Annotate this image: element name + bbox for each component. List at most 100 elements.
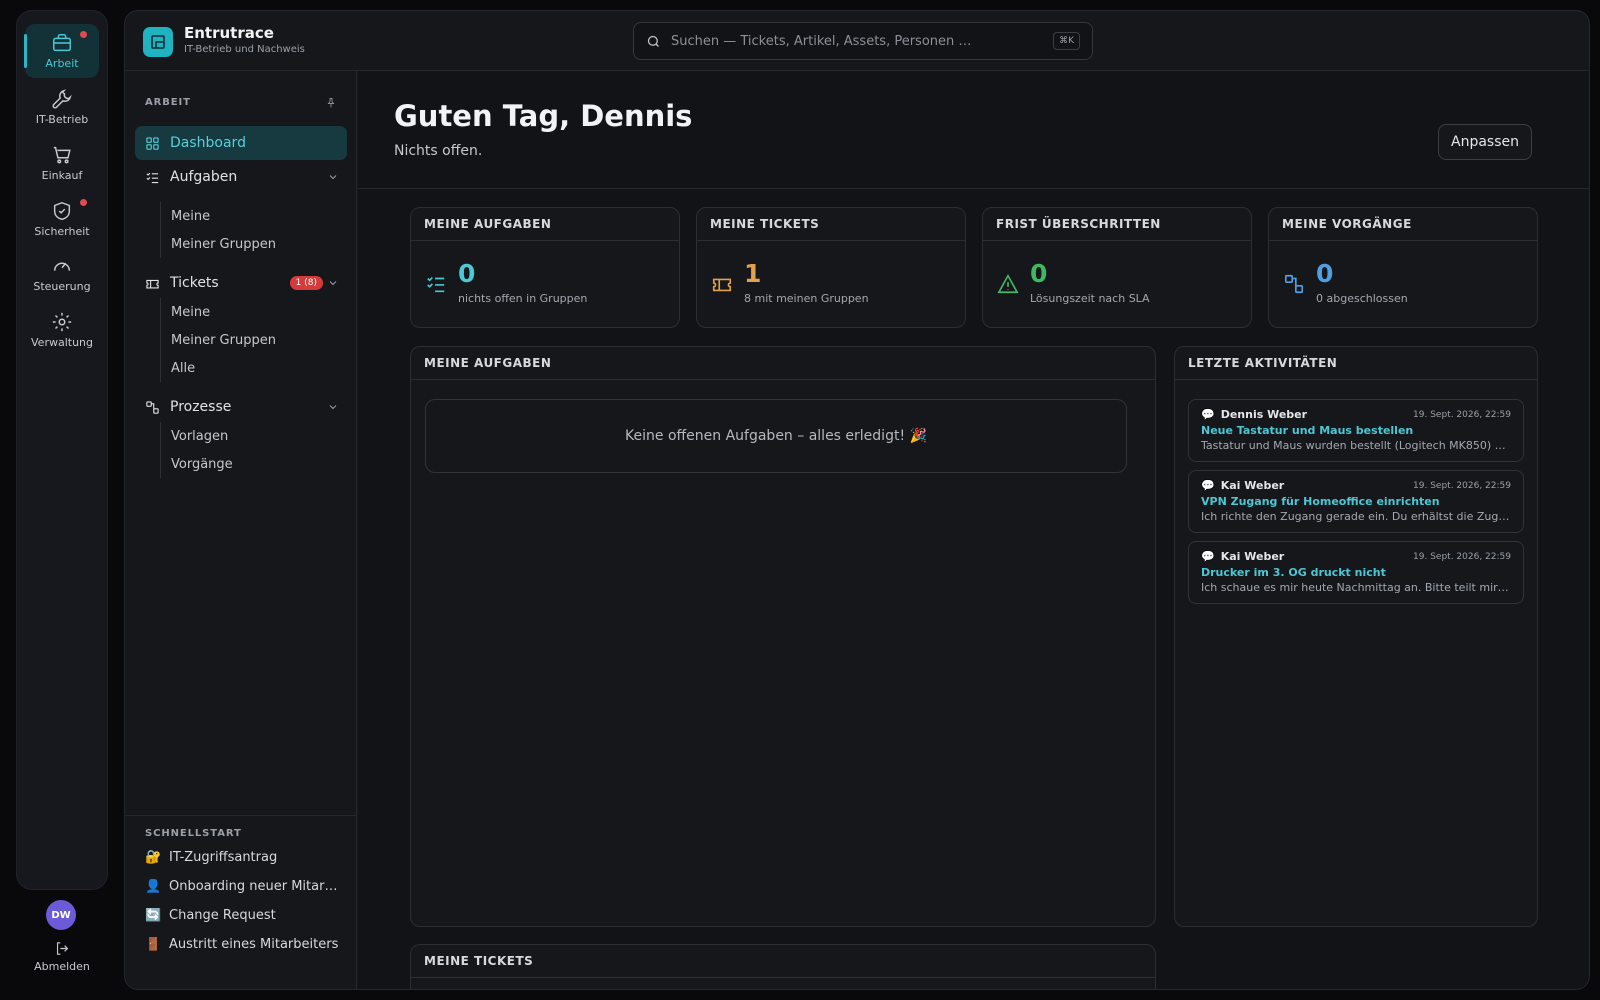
rail-item-verwaltung[interactable]: Verwaltung — [25, 303, 99, 357]
quickstart-label: Austritt eines Mitarbeiters — [169, 937, 339, 952]
sub-item-tickets-alle[interactable]: Alle — [160, 354, 340, 382]
kpi-value: 0 — [458, 259, 476, 288]
rail-item-arbeit[interactable]: Arbeit — [24, 24, 99, 78]
kpi-card-tickets[interactable]: MEINE TICKETS 1 8 mit meinen Gruppen — [696, 207, 966, 328]
ticket-icon — [712, 278, 732, 292]
logout-icon — [56, 942, 68, 955]
activity-item[interactable]: 💬 Dennis Weber 19. Sept. 2026, 22:59 Neue… — [1188, 399, 1524, 462]
activity-title[interactable]: Neue Tastatur und Maus bestellen — [1201, 424, 1511, 437]
search-shortcut: ⌘K — [1053, 32, 1080, 50]
kpi-card-aufgaben[interactable]: MEINE AUFGABEN 0 nichts offen in Gruppen — [410, 207, 680, 328]
rail-item-label: Einkauf — [41, 169, 83, 182]
rail-item-label: IT-Betrieb — [35, 113, 89, 126]
activity-time: 19. Sept. 2026, 22:59 — [1413, 480, 1511, 491]
tasks-panel: MEINE AUFGABEN Keine offenen Aufgaben – … — [410, 346, 1156, 927]
comment-icon: 💬 — [1201, 550, 1215, 563]
card-title: MEINE TICKETS — [697, 208, 965, 241]
quickstart-panel: SCHNELLSTART 🔐 IT-Zugriffsantrag 👤 Onboa… — [125, 815, 357, 989]
page-subtitle: Nichts offen. — [394, 143, 483, 159]
kpi-card-frist[interactable]: FRIST ÜBERSCHRITTEN 0 Lösungszeit nach S… — [982, 207, 1252, 328]
door-icon: 🚪 — [145, 937, 162, 952]
tickets-panel: MEINE TICKETS — [410, 944, 1156, 989]
rail-item-label: Arbeit — [45, 57, 79, 70]
notification-dot — [80, 199, 87, 206]
nav-item-prozesse[interactable]: Prozesse — [135, 390, 347, 424]
rail-item-steuerung[interactable]: Steuerung — [25, 247, 99, 301]
kpi-value: 0 — [1030, 259, 1048, 288]
warning-icon — [997, 274, 1019, 294]
nav-item-aufgaben[interactable]: Aufgaben — [135, 160, 347, 194]
chevron-down-icon[interactable] — [327, 171, 339, 183]
kpi-value: 1 — [744, 259, 762, 288]
app-rail: Arbeit IT-Betrieb Einkauf Sicherheit Ste… — [16, 10, 108, 890]
activity-author: Kai Weber — [1220, 550, 1285, 563]
activity-text: Tastatur und Maus wurden bestellt (Logit… — [1201, 439, 1511, 452]
person-icon: 👤 — [145, 879, 162, 894]
nav-item-label: Dashboard — [170, 135, 246, 151]
avatar[interactable]: DW — [46, 900, 76, 930]
activity-title[interactable]: Drucker im 3. OG druckt nicht — [1201, 566, 1511, 579]
grid-icon — [146, 136, 159, 150]
quickstart-item[interactable]: 🔄 Change Request — [145, 908, 345, 923]
main-frame: Entrutrace IT-Betrieb und Nachweis ⌘K AR… — [124, 10, 1590, 990]
nav-item-label: Aufgaben — [170, 169, 238, 185]
customize-button[interactable]: Anpassen — [1438, 124, 1532, 160]
brand-logo[interactable] — [143, 27, 173, 57]
quickstart-item[interactable]: 👤 Onboarding neuer Mitarbeit… — [145, 879, 345, 894]
sub-item-tickets-gruppen[interactable]: Meiner Gruppen — [160, 326, 340, 354]
sub-item-vorlagen[interactable]: Vorlagen — [160, 422, 340, 450]
card-title: MEINE AUFGABEN — [411, 347, 1155, 380]
shield-icon — [53, 201, 71, 221]
logout-label: Abmelden — [34, 960, 90, 973]
comment-icon: 💬 — [1201, 479, 1215, 492]
quickstart-item[interactable]: 🔐 IT-Zugriffsantrag — [145, 850, 345, 865]
pin-icon[interactable] — [325, 97, 337, 109]
logout-button[interactable]: Abmelden — [22, 940, 102, 973]
activity-title[interactable]: VPN Zugang für Homeoffice einrichten — [1201, 495, 1511, 508]
nav-item-tickets[interactable]: Tickets 1 (8) — [135, 266, 347, 300]
dashboard-content: Guten Tag, Dennis Nichts offen. Anpassen… — [358, 71, 1589, 989]
card-title: MEINE VORGÄNGE — [1269, 208, 1537, 241]
global-search[interactable]: ⌘K — [633, 22, 1093, 60]
activity-time: 19. Sept. 2026, 22:59 — [1413, 551, 1511, 562]
search-icon — [647, 35, 659, 47]
divider — [358, 188, 1589, 189]
nav-item-label: Prozesse — [170, 399, 232, 415]
chevron-down-icon[interactable] — [327, 401, 339, 413]
rail-item-einkauf[interactable]: Einkauf — [25, 136, 99, 190]
notification-dot — [80, 31, 87, 38]
rail-item-it-betrieb[interactable]: IT-Betrieb — [25, 80, 99, 134]
kpi-value: 0 — [1316, 259, 1334, 288]
rail-item-label: Steuerung — [33, 280, 91, 293]
sub-item-tickets-meine[interactable]: Meine — [160, 298, 340, 326]
nav-section-title: ARBEIT — [145, 97, 191, 108]
activity-time: 19. Sept. 2026, 22:59 — [1413, 409, 1511, 420]
nav-sidebar: ARBEIT Dashboard Aufgaben Meine Meiner G… — [125, 71, 357, 989]
kpi-caption: 0 abgeschlossen — [1316, 292, 1408, 305]
kpi-caption: Lösungszeit nach SLA — [1030, 292, 1150, 305]
sub-item-aufgaben-gruppen[interactable]: Meiner Gruppen — [160, 230, 340, 258]
brand-name: Entrutrace — [184, 24, 274, 42]
quickstart-label: Change Request — [169, 908, 276, 923]
kpi-caption: 8 mit meinen Gruppen — [744, 292, 869, 305]
cart-icon — [53, 146, 71, 164]
kpi-card-vorgaenge[interactable]: MEINE VORGÄNGE 0 0 abgeschlossen — [1268, 207, 1538, 328]
workflow-icon — [1284, 274, 1304, 294]
sub-item-aufgaben-meine[interactable]: Meine — [160, 202, 340, 230]
quickstart-item[interactable]: 🚪 Austritt eines Mitarbeiters — [145, 937, 345, 952]
activity-text: Ich schaue es mir heute Nachmittag an. B… — [1201, 581, 1511, 594]
quickstart-label: Onboarding neuer Mitarbeit… — [169, 879, 345, 894]
top-bar: Entrutrace IT-Betrieb und Nachweis ⌘K — [125, 11, 1589, 71]
nav-item-dashboard[interactable]: Dashboard — [135, 126, 347, 160]
card-title: MEINE TICKETS — [411, 945, 1155, 978]
refresh-icon: 🔄 — [145, 908, 162, 923]
activity-item[interactable]: 💬 Kai Weber 19. Sept. 2026, 22:59 VPN Zug… — [1188, 470, 1524, 533]
activities-panel: LETZTE AKTIVITÄTEN 💬 Dennis Weber 19. Sep… — [1174, 346, 1538, 927]
rail-item-sicherheit[interactable]: Sicherheit — [25, 192, 99, 246]
search-input[interactable] — [671, 33, 1044, 49]
sub-item-vorgaenge[interactable]: Vorgänge — [160, 450, 340, 478]
activity-item[interactable]: 💬 Kai Weber 19. Sept. 2026, 22:59 Drucker… — [1188, 541, 1524, 604]
kpi-caption: nichts offen in Gruppen — [458, 292, 588, 305]
chevron-down-icon[interactable] — [327, 277, 339, 289]
empty-state: Keine offenen Aufgaben – alles erledigt!… — [425, 399, 1127, 473]
